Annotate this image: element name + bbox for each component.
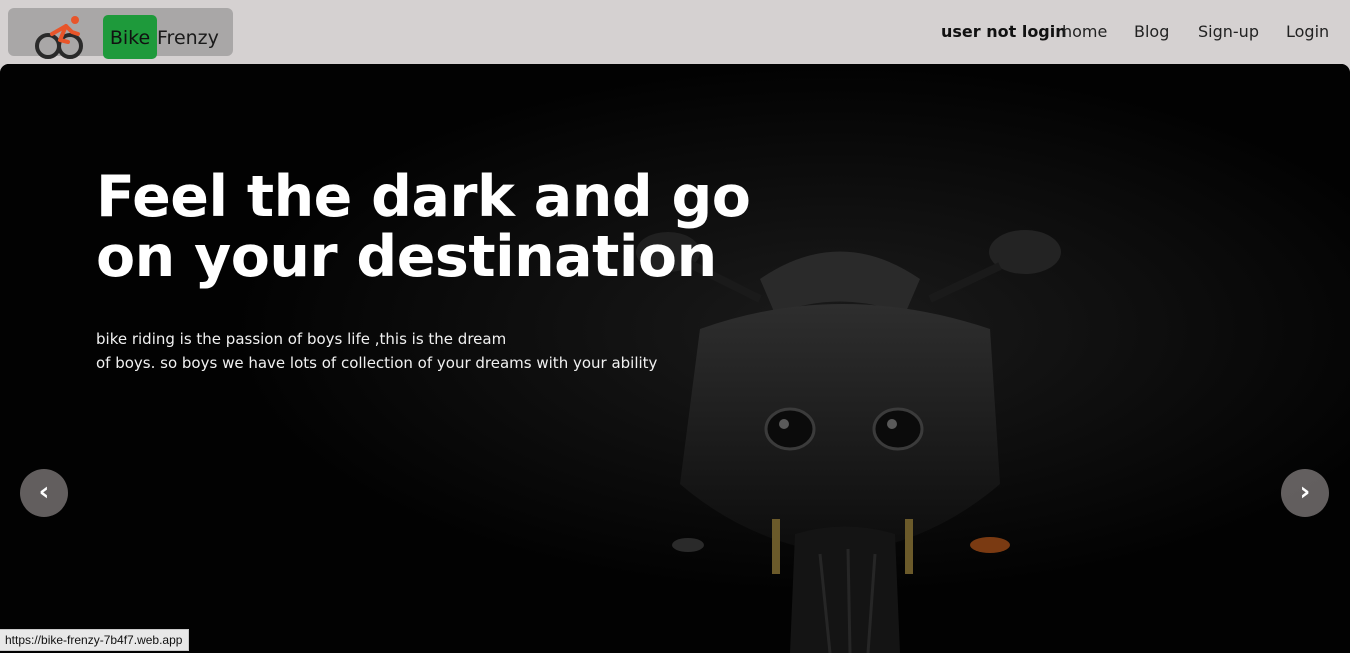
nav-link-login[interactable]: Login [1286, 22, 1329, 41]
hero-description-line: bike riding is the passion of boys life … [96, 330, 507, 348]
hero-description: bike riding is the passion of boys life … [96, 327, 658, 375]
nav-link-signup[interactable]: Sign-up [1198, 22, 1259, 41]
nav-link-blog[interactable]: Blog [1134, 22, 1169, 41]
carousel-prev-button[interactable]: ‹ [20, 469, 68, 517]
nav-link-home[interactable]: home [1062, 22, 1107, 41]
hero-carousel: Feel the dark and go on your destination… [0, 64, 1350, 653]
brand-name-bike[interactable]: Bike [103, 15, 157, 59]
brand-name-frenzy[interactable]: Frenzy [157, 27, 219, 49]
carousel-next-button[interactable]: › [1281, 469, 1329, 517]
cyclist-logo-icon[interactable] [30, 12, 90, 62]
hero-title: Feel the dark and go on your destination [96, 164, 751, 290]
hero-description-line: of boys. so boys we have lots of collect… [96, 354, 658, 372]
navbar: Bike Frenzy user not login home Blog Sig… [0, 0, 1350, 64]
browser-status-url: https://bike-frenzy-7b4f7.web.app [0, 629, 190, 651]
user-status-label: user not login [941, 22, 1067, 41]
